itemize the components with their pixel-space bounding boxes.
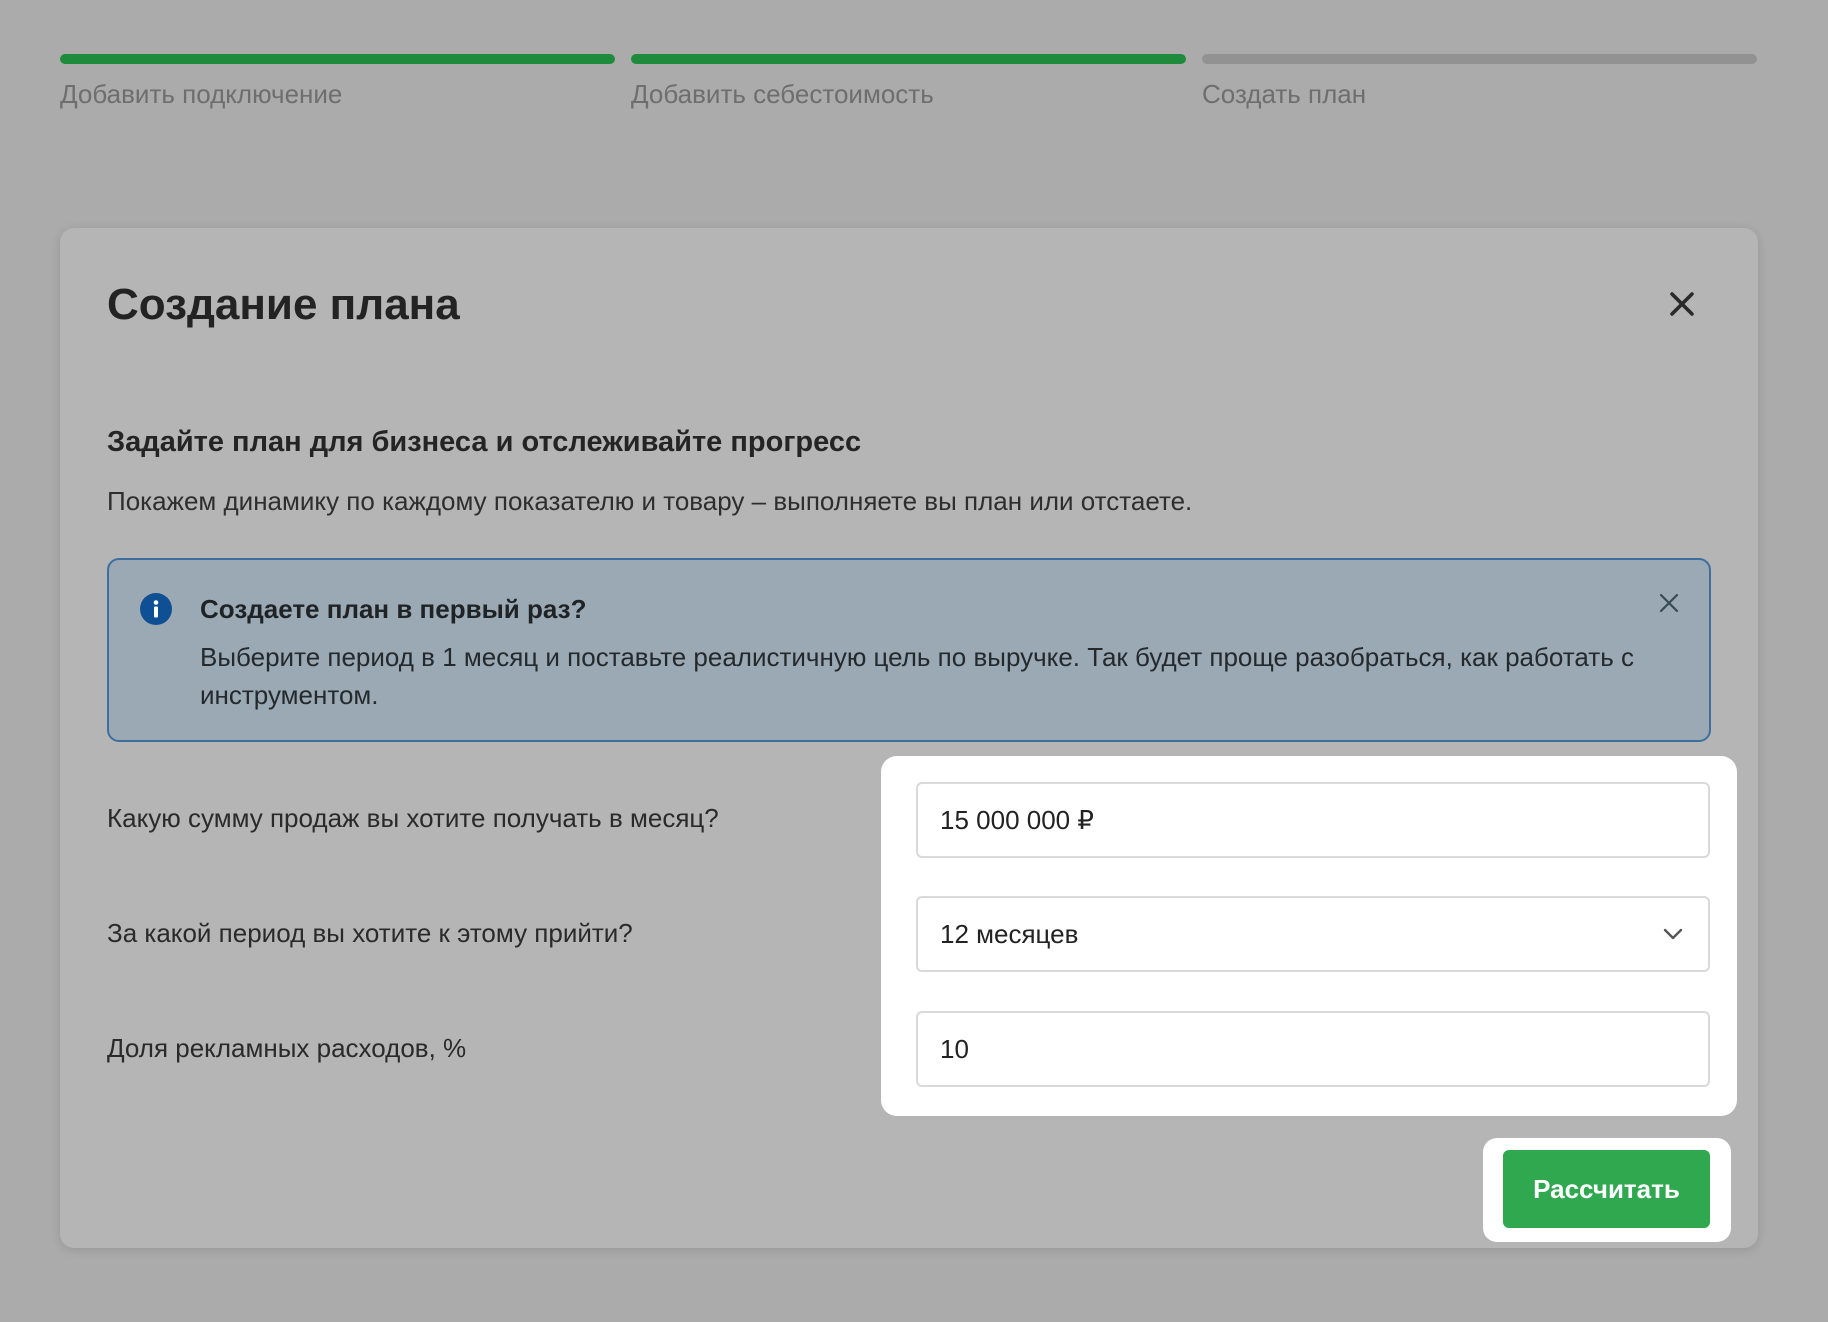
step-label: Добавить себестоимость bbox=[631, 79, 934, 109]
ad-share-field[interactable] bbox=[916, 1011, 1710, 1087]
modal-description: Покажем динамику по каждому показателю и… bbox=[107, 486, 1193, 516]
info-title: Создаете план в первый раз? bbox=[200, 594, 587, 624]
step-progress-bar bbox=[1202, 54, 1757, 64]
step-progress-bar bbox=[60, 54, 615, 64]
modal-title: Создание плана bbox=[107, 280, 460, 329]
sales-target-label: Какую сумму продаж вы хотите получать в … bbox=[107, 803, 719, 833]
ad-share-label: Доля рекламных расходов, % bbox=[107, 1033, 467, 1063]
modal-close-button[interactable] bbox=[1660, 282, 1704, 326]
step-create-plan[interactable]: Создать план bbox=[1202, 54, 1757, 110]
close-icon bbox=[1659, 593, 1679, 613]
ad-share-input[interactable] bbox=[940, 1033, 1708, 1065]
period-select[interactable]: 12 месяцев bbox=[916, 896, 1710, 972]
step-add-connection[interactable]: Добавить подключение bbox=[60, 54, 615, 110]
period-select-value: 12 месяцев bbox=[940, 918, 1079, 949]
close-icon bbox=[1670, 292, 1694, 316]
info-text: Выберите период в 1 месяц и поставьте ре… bbox=[200, 642, 1634, 710]
step-progress-bar bbox=[631, 54, 1186, 64]
info-banner: Создаете план в первый раз? Выберите пер… bbox=[107, 558, 1711, 742]
calculate-button[interactable]: Рассчитать bbox=[1503, 1150, 1710, 1228]
info-close-button[interactable] bbox=[1654, 588, 1684, 618]
sales-target-input[interactable] bbox=[940, 804, 1708, 836]
stepper: Добавить подключение Добавить себестоимо… bbox=[60, 54, 1758, 114]
step-label: Добавить подключение bbox=[60, 79, 343, 109]
step-add-cost[interactable]: Добавить себестоимость bbox=[631, 54, 1186, 110]
sales-target-field[interactable] bbox=[916, 782, 1710, 858]
modal-subtitle: Задайте план для бизнеса и отслеживайте … bbox=[107, 426, 862, 458]
chevron-down-icon bbox=[1663, 928, 1683, 940]
create-plan-modal: Создание плана Задайте план для бизнеса … bbox=[60, 228, 1758, 1248]
period-label: За какой период вы хотите к этому прийти… bbox=[107, 918, 633, 948]
info-icon bbox=[140, 593, 172, 625]
step-label: Создать план bbox=[1202, 79, 1367, 109]
